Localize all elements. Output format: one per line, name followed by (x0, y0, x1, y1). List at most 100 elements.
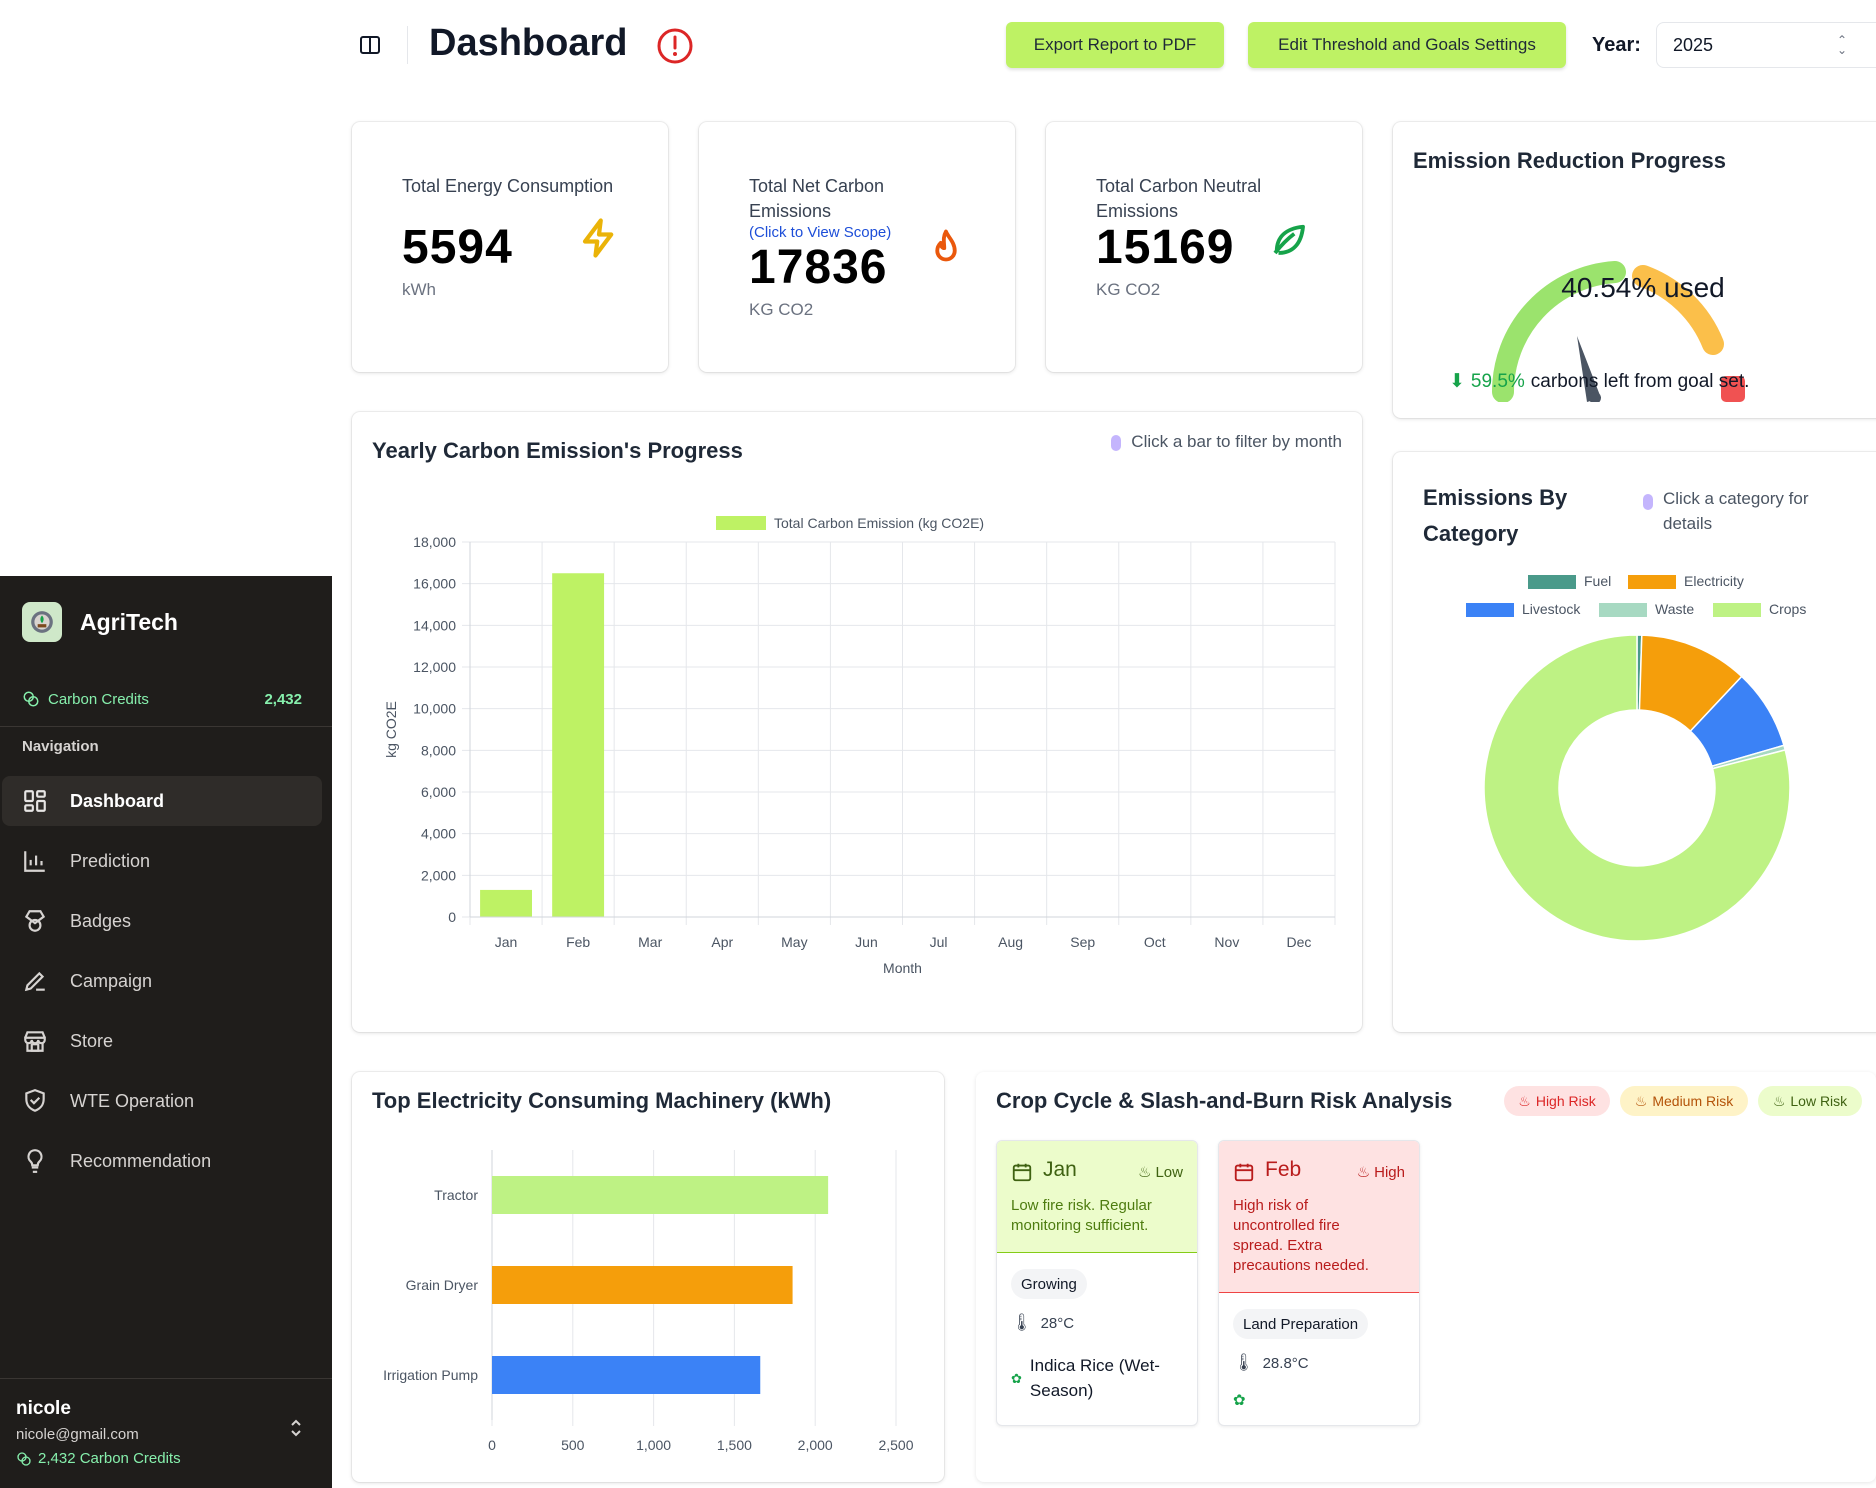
net-emissions-card[interactable]: Total Net Carbon Emissions (Click to Vie… (699, 122, 1015, 372)
y-tick-label: 4,000 (421, 826, 456, 842)
month-card-feb-level-text: High (1374, 1163, 1405, 1181)
energy-value: 5594 (402, 221, 513, 274)
sidebar-item-campaign[interactable]: Campaign (2, 956, 322, 1006)
x-tick-label: Dec (1287, 934, 1312, 950)
user-email: nicole@gmail.com (16, 1426, 139, 1443)
neutral-emissions-value: 15169 (1096, 221, 1235, 274)
bar-chart-icon (24, 851, 45, 872)
carbons-left-row: ⬇ 59.5% carbons left from goal set. (1449, 370, 1749, 393)
legend-swatch[interactable] (1628, 575, 1676, 589)
month-card-jan[interactable]: Jan ♨ Low Low fire risk. Regular monitori… (996, 1140, 1198, 1426)
legend-swatch[interactable] (1466, 603, 1514, 617)
machinery-bar-chart[interactable]: 0 500 1,000 1,500 2,000 2,500 Tractor Grain Dry… (352, 1072, 944, 1482)
user-credits: 2,432 Carbon Credits (16, 1450, 181, 1467)
month-card-jan-stage: Growing (1011, 1269, 1087, 1299)
sidebar-toggle-icon[interactable] (358, 33, 382, 57)
bar-irrigation-pump[interactable] (492, 1356, 761, 1394)
sidebar-item-dashboard[interactable]: Dashboard (2, 776, 322, 826)
legend-label[interactable]: Crops (1769, 601, 1806, 617)
medium-risk-label: Medium Risk (1652, 1093, 1734, 1109)
edit-settings-button[interactable]: Edit Threshold and Goals Settings (1248, 22, 1566, 68)
sidebar-item-recommendation[interactable]: Recommendation (2, 1136, 322, 1186)
x-tick-label: Jun (855, 934, 878, 950)
chevron-up-down-icon[interactable] (288, 1418, 304, 1438)
y-tick-label: Tractor (434, 1187, 478, 1203)
legend-swatch[interactable] (716, 516, 766, 530)
x-tick-label: Mar (638, 934, 662, 950)
legend-label[interactable]: Waste (1655, 601, 1694, 617)
yearly-bar-chart[interactable]: Total Carbon Emission (kg CO2E) 0 2,000 4,0… (352, 412, 1362, 1032)
bar-feb[interactable] (552, 573, 605, 917)
coins-icon (23, 691, 39, 707)
yearly-emission-card: Yearly Carbon Emission's Progress Click … (352, 412, 1362, 1032)
sidebar-nav: Dashboard Prediction Badges Campaign Sto… (2, 776, 322, 1196)
select-arrows-icon: ⌃ ⌄ (1836, 33, 1847, 57)
flame-icon: ♨ (1518, 1092, 1531, 1109)
brand[interactable]: AgriTech (22, 602, 178, 642)
x-tick-label: May (781, 934, 807, 950)
x-tick-label: Jul (930, 934, 948, 950)
legend-swatch[interactable] (1599, 603, 1647, 617)
x-tick-label: Feb (566, 934, 590, 950)
month-card-jan-level: ♨ Low (1138, 1163, 1183, 1182)
sidebar-item-label: WTE Operation (70, 1090, 195, 1111)
user-name: nicole (16, 1398, 71, 1419)
net-emissions-label: Total Net Carbon Emissions (749, 176, 885, 221)
x-tick-label: Sep (1070, 934, 1095, 950)
sidebar: AgriTech Carbon Credits 2,432 Navigation… (0, 576, 332, 1488)
month-card-feb[interactable]: Feb ♨ High High risk of uncontrolled fire… (1218, 1140, 1420, 1426)
energy-unit: kWh (402, 280, 436, 299)
low-risk-pill: ♨ Low Risk (1758, 1086, 1862, 1116)
category-card: Emissions By Category Click a category f… (1393, 452, 1876, 1032)
month-card-jan-temp-row: 🌡 28°C (1011, 1313, 1074, 1333)
y-tick-label: Grain Dryer (406, 1277, 479, 1293)
sidebar-item-wte-operation[interactable]: WTE Operation (2, 1076, 322, 1126)
sidebar-item-prediction[interactable]: Prediction (2, 836, 322, 886)
year-select[interactable]: 2025 ⌃ ⌄ (1656, 22, 1876, 68)
brand-name: AgriTech (80, 608, 178, 635)
lightning-icon (582, 218, 614, 258)
low-risk-label: Low Risk (1790, 1093, 1848, 1109)
carbons-left-text: carbons left from goal set. (1530, 370, 1750, 392)
month-card-feb-crop-row: ✿ (1233, 1391, 1246, 1409)
net-emissions-unit: KG CO2 (749, 300, 814, 319)
sidebar-item-label: Recommendation (70, 1150, 212, 1171)
bar-jan[interactable] (480, 889, 532, 917)
export-pdf-button[interactable]: Export Report to PDF (1006, 22, 1224, 68)
sidebar-credits: Carbon Credits 2,432 (22, 690, 302, 708)
header-divider (407, 26, 408, 64)
energy-card: Total Energy Consumption 5594 kWh (352, 122, 668, 372)
alert-icon[interactable] (656, 27, 694, 65)
legend-swatch[interactable] (1528, 575, 1576, 589)
user-menu[interactable]: nicole nicole@gmail.com 2,432 Carbon Cre… (0, 1378, 332, 1488)
handshake-shield-icon (25, 1089, 45, 1112)
bar-grain-dryer[interactable] (492, 1266, 793, 1304)
legend-label[interactable]: Livestock (1522, 601, 1581, 617)
view-scope-link[interactable]: (Click to View Scope) (749, 224, 891, 241)
sidebar-item-label: Badges (70, 910, 132, 931)
flame-icon (935, 229, 957, 262)
month-card-jan-head: Jan ♨ Low Low fire risk. Regular monitori… (997, 1141, 1197, 1253)
x-tick-label: Nov (1214, 934, 1239, 950)
thermometer-icon: 🌡 (1233, 1353, 1255, 1372)
high-risk-pill: ♨ High Risk (1504, 1086, 1610, 1116)
legend-label[interactable]: Total Carbon Emission (kg CO2E) (774, 515, 984, 531)
energy-label: Total Energy Consumption (402, 176, 614, 196)
flame-icon: ♨ (1772, 1092, 1786, 1109)
x-tick-label: 2,500 (878, 1437, 913, 1453)
nav-title: Navigation (22, 738, 99, 755)
bar-tractor[interactable] (492, 1176, 829, 1214)
sidebar-divider (0, 726, 332, 727)
legend-swatch[interactable] (1713, 603, 1761, 617)
month-card-feb-head: Feb ♨ High High risk of uncontrolled fire… (1219, 1141, 1419, 1293)
legend-label[interactable]: Fuel (1584, 573, 1611, 589)
store-icon (24, 1031, 46, 1052)
category-donut-chart[interactable]: Fuel Electricity Livestock Waste Crops (1393, 452, 1876, 952)
x-tick-label: Apr (711, 934, 733, 950)
coins-icon (17, 1451, 31, 1466)
sidebar-item-badges[interactable]: Badges (2, 896, 322, 946)
month-card-feb-level: ♨ High (1357, 1163, 1405, 1182)
gauge-used-text: 40.54% used (1561, 272, 1725, 303)
legend-label[interactable]: Electricity (1684, 573, 1744, 589)
sidebar-item-store[interactable]: Store (2, 1016, 322, 1066)
